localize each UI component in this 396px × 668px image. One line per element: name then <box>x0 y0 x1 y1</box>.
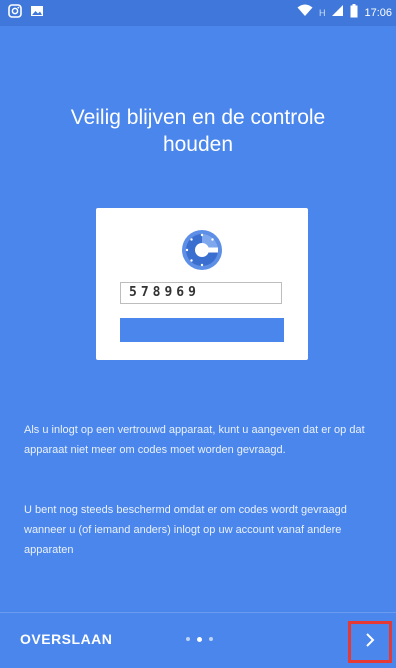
status-bar: H 17:06 <box>0 0 396 26</box>
title-line-2: houden <box>162 133 234 156</box>
instagram-icon <box>8 3 22 23</box>
page-dot-active <box>197 636 202 642</box>
page-title: Veilig blijven en de controle houden <box>0 104 396 158</box>
page-dot <box>209 637 213 641</box>
status-time: 17:06 <box>364 7 392 19</box>
illustration-button-bar <box>120 318 284 342</box>
bottom-navigation: OVERSLAAN <box>0 612 396 668</box>
network-type-label: H <box>318 8 326 18</box>
authenticator-logo <box>180 228 224 272</box>
signal-icon <box>331 4 344 22</box>
battery-icon <box>350 3 358 23</box>
next-button[interactable] <box>348 621 392 663</box>
verification-code-display: 578969 <box>120 282 282 304</box>
title-line-1: Veilig blijven en de controle <box>70 106 326 129</box>
image-icon <box>30 4 44 23</box>
chevron-right-icon <box>364 632 376 653</box>
page-indicator <box>186 636 213 642</box>
illustration-card: 578969 <box>96 208 308 360</box>
description-paragraph-1: Als u inlogt op een vertrouwd apparaat, … <box>24 424 365 456</box>
skip-button[interactable]: OVERSLAAN <box>20 631 112 647</box>
description-paragraph-2: U bent nog steeds beschermd omdat er om … <box>24 504 347 556</box>
page-dot <box>186 637 190 641</box>
wifi-icon <box>297 4 313 22</box>
